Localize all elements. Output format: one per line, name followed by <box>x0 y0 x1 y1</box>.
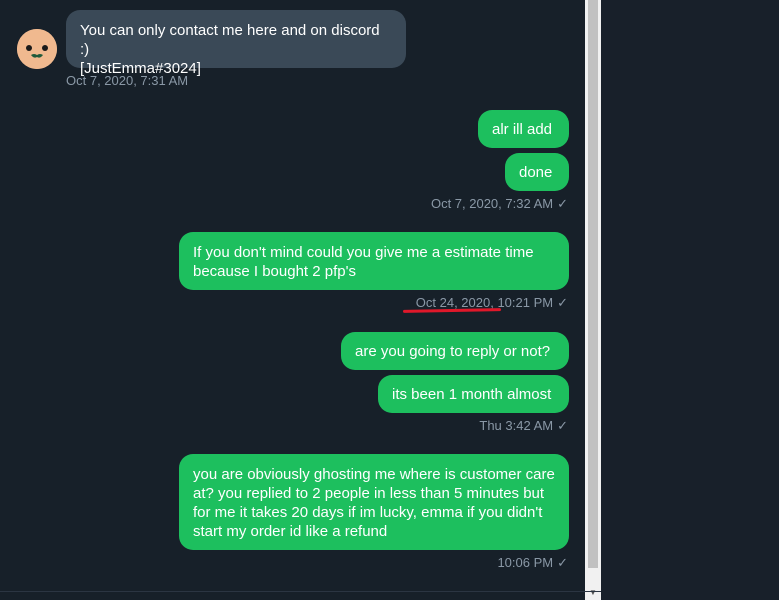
message-text: because I bought 2 pfp's <box>193 263 356 280</box>
check-icon: ✓ <box>557 295 568 310</box>
avatar-face-icon <box>17 29 57 69</box>
check-icon: ✓ <box>557 418 568 433</box>
message-text: You can only contact me here and on disc… <box>80 22 380 58</box>
message-text: alr ill add <box>492 121 553 138</box>
message-timestamp: Thu 3:42 AM ✓ <box>479 418 568 433</box>
message-text: If you don't mind could you give me a es… <box>193 244 534 261</box>
avatar[interactable] <box>17 29 57 69</box>
vertical-scrollbar[interactable]: ▼ <box>585 0 601 600</box>
check-icon: ✓ <box>557 196 568 211</box>
message-text: done <box>519 164 553 181</box>
message-outgoing[interactable]: alr ill add <box>478 110 569 148</box>
message-text: its been 1 month almost <box>392 386 552 403</box>
scrollbar-thumb[interactable] <box>588 0 598 568</box>
message-timestamp: Oct 7, 2020, 7:31 AM <box>66 73 189 88</box>
divider <box>0 591 601 592</box>
side-panel <box>601 0 779 600</box>
message-text: start my order id like a refund <box>193 523 388 540</box>
message-timestamp: 10:06 PM ✓ <box>497 555 568 570</box>
message-text: for me it takes 20 days if im lucky, emm… <box>193 504 543 521</box>
message-incoming[interactable]: You can only contact me here and on disc… <box>66 10 406 77</box>
red-underline-annotation <box>402 308 502 313</box>
scroll-down-arrow-icon[interactable]: ▼ <box>585 584 601 600</box>
message-outgoing[interactable]: its been 1 month almost <box>378 375 569 413</box>
message-outgoing[interactable]: If you don't mind could you give me a es… <box>179 232 569 290</box>
message-text: are you going to reply or not? <box>355 343 551 360</box>
message-outgoing[interactable]: you are obviously ghosting me where is c… <box>179 454 569 550</box>
message-outgoing[interactable]: done <box>505 153 569 191</box>
message-text: at? you replied to 2 people in less than… <box>193 485 545 502</box>
message-timestamp: Oct 7, 2020, 7:32 AM ✓ <box>430 196 568 211</box>
message-outgoing[interactable]: are you going to reply or not? <box>341 332 569 370</box>
check-icon: ✓ <box>557 555 568 570</box>
chat-panel: You can only contact me here and on disc… <box>0 0 585 600</box>
message-text: you are obviously ghosting me where is c… <box>193 466 555 483</box>
